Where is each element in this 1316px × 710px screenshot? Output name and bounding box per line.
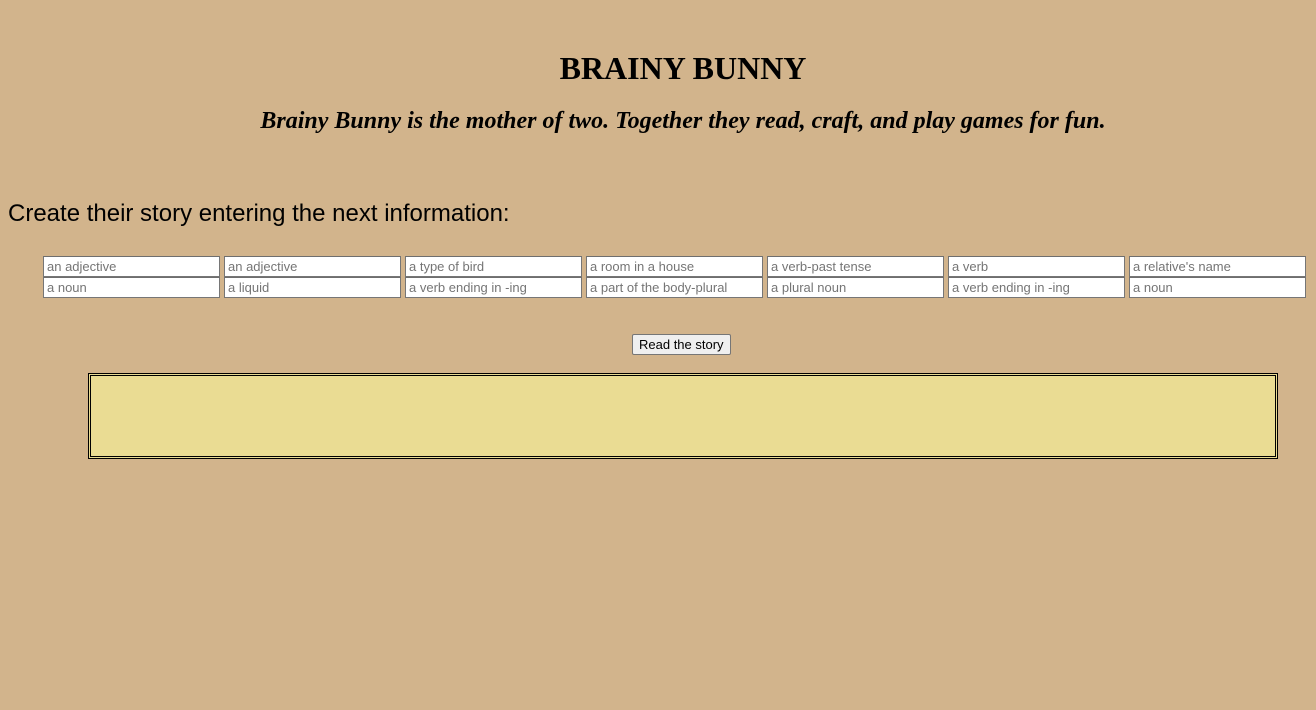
verb-input[interactable] [948, 256, 1125, 277]
relative-name-input[interactable] [1129, 256, 1306, 277]
read-story-button[interactable]: Read the story [632, 334, 731, 355]
page-title: BRAINY BUNNY [559, 50, 807, 86]
liquid-input[interactable] [224, 277, 401, 298]
verb-ing-input-2[interactable] [948, 277, 1125, 298]
page-subtitle: Brainy Bunny is the mother of two. Toget… [260, 108, 1106, 134]
body-part-plural-input[interactable] [586, 277, 763, 298]
bird-type-input[interactable] [405, 256, 582, 277]
noun-input-1[interactable] [43, 277, 220, 298]
verb-past-tense-input[interactable] [767, 256, 944, 277]
noun-input-2[interactable] [1129, 277, 1306, 298]
story-output-box [88, 373, 1278, 459]
plural-noun-input[interactable] [767, 277, 944, 298]
adjective-input-1[interactable] [43, 256, 220, 277]
form-instruction: Create their story entering the next inf… [8, 200, 510, 227]
word-inputs-grid [43, 256, 1307, 298]
input-row-2 [43, 277, 1307, 298]
room-input[interactable] [586, 256, 763, 277]
adjective-input-2[interactable] [224, 256, 401, 277]
verb-ing-input-1[interactable] [405, 277, 582, 298]
input-row-1 [43, 256, 1307, 277]
